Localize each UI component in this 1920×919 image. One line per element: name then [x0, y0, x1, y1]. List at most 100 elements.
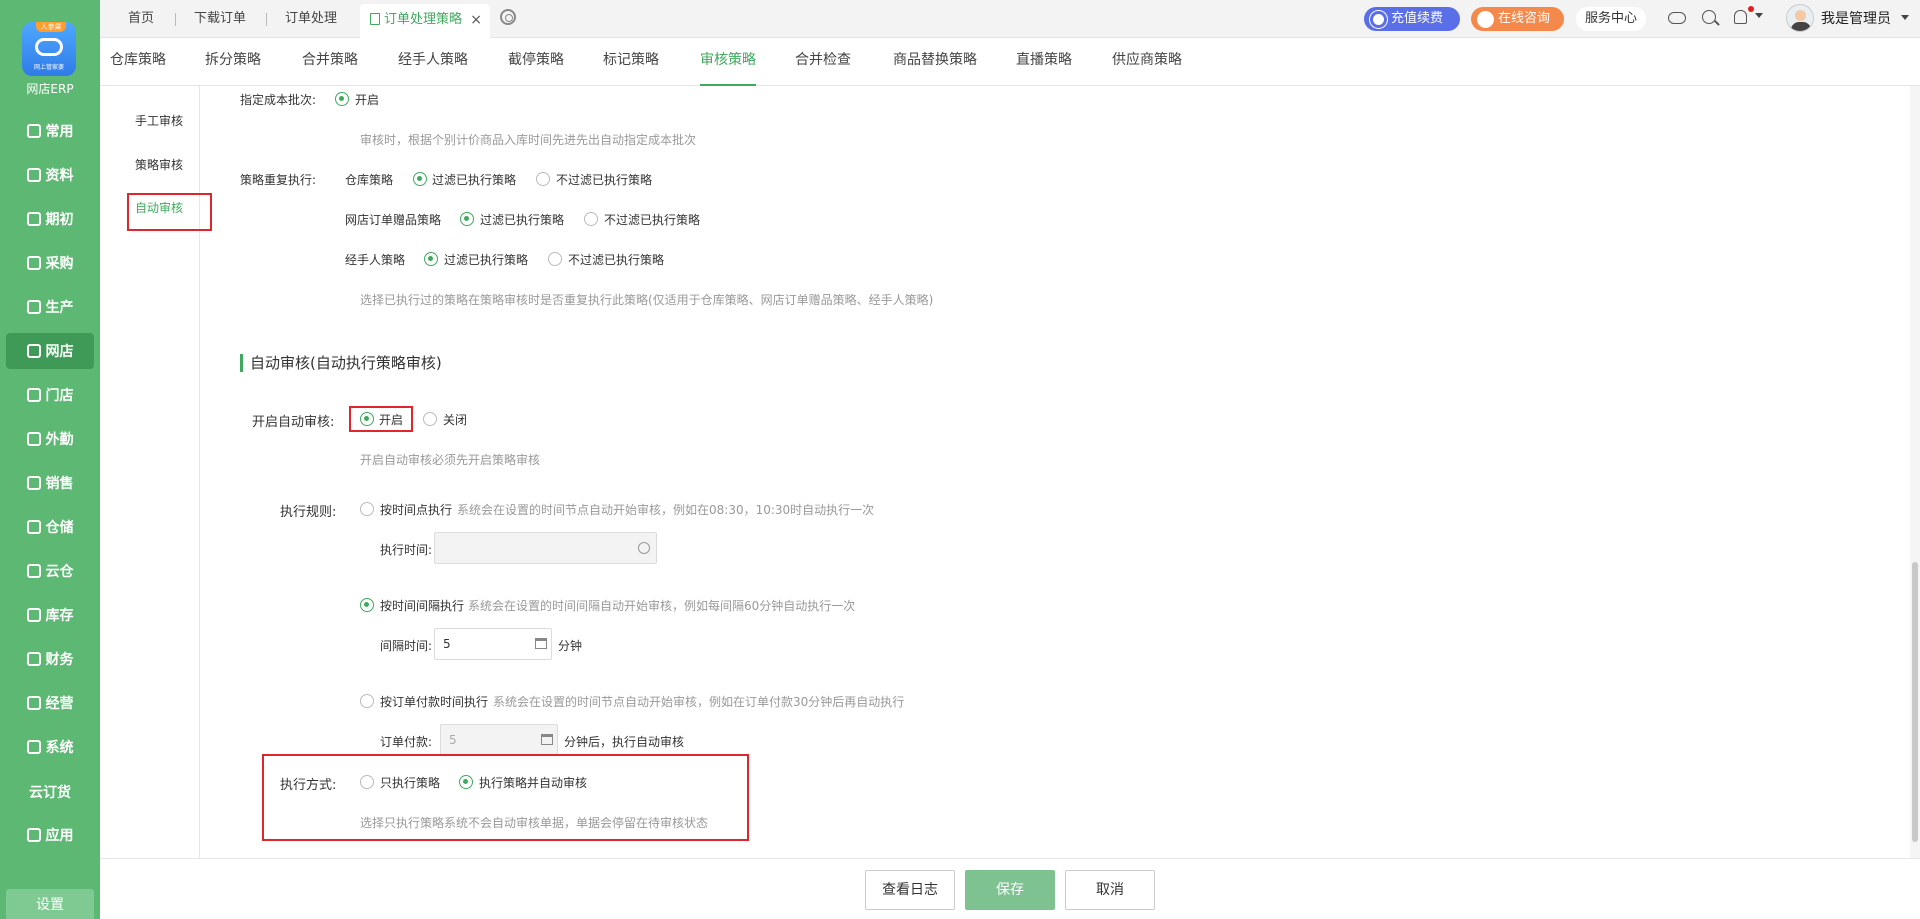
renew-button[interactable]: 充值续费: [1364, 7, 1460, 31]
auto-audit-off-label[interactable]: 关闭: [443, 411, 467, 428]
cloud-download-icon[interactable]: [1668, 12, 1686, 24]
exec-only-label[interactable]: 只执行策略: [380, 774, 440, 791]
nav-item-13[interactable]: 经营: [6, 685, 94, 721]
gift-nofilter-label[interactable]: 不过滤已执行策略: [604, 211, 700, 228]
top-tab-bar: 首页 下载订单 订单处理 订单处理策略 ×: [100, 0, 1920, 38]
nav-item-9[interactable]: 仓储: [6, 509, 94, 545]
user-name[interactable]: 我是管理员: [1821, 8, 1891, 28]
bell-icon[interactable]: [1734, 10, 1747, 24]
store-icon: [26, 344, 41, 358]
app-logo[interactable]: 人参果 网上管家婆: [22, 22, 76, 76]
gift-filter-label[interactable]: 过滤已执行策略: [480, 211, 564, 228]
auto-audit-on-label[interactable]: 开启: [379, 411, 403, 428]
nav-item-4[interactable]: 生产: [6, 289, 94, 325]
search-icon[interactable]: [1702, 10, 1716, 24]
service-center-button[interactable]: 服务中心: [1576, 7, 1646, 31]
by-time-title[interactable]: 按时间点执行: [380, 501, 452, 518]
nav-item-2[interactable]: 期初: [6, 201, 94, 237]
avatar[interactable]: [1786, 4, 1814, 32]
nav-item-14[interactable]: 系统: [6, 729, 94, 765]
nav-item-6[interactable]: 门店: [6, 377, 94, 413]
interval-unit: 分钟: [558, 639, 583, 653]
handler-nofilter-label[interactable]: 不过滤已执行策略: [568, 251, 664, 268]
nav-item-5[interactable]: 网店: [6, 333, 94, 369]
nav-item-0[interactable]: 常用: [6, 113, 94, 149]
tab-handler-strategy[interactable]: 经手人策略: [398, 50, 468, 86]
cost-batch-on-radio[interactable]: [335, 92, 349, 106]
footer-actions: 查看日志 保存 取消: [100, 858, 1920, 919]
calculator-icon[interactable]: [535, 638, 547, 649]
handler-filter-radio[interactable]: [424, 252, 438, 266]
settings-button[interactable]: 设置: [6, 889, 94, 919]
tab-live-strategy[interactable]: 直播策略: [1016, 50, 1072, 86]
view-log-button[interactable]: 查看日志: [865, 870, 955, 910]
warehouse-nofilter-label[interactable]: 不过滤已执行策略: [556, 171, 652, 188]
by-time-radio[interactable]: [360, 502, 374, 516]
tab-split-strategy[interactable]: 拆分策略: [205, 50, 261, 86]
gift-nofilter-radio[interactable]: [584, 212, 598, 226]
nav-item-label: 生产: [45, 300, 74, 316]
exec-only-radio[interactable]: [360, 775, 374, 789]
nav-item-15[interactable]: 云订货: [6, 774, 94, 810]
exec-and-audit-radio[interactable]: [459, 775, 473, 789]
auto-audit-hint: 开启自动审核必须先开启策略审核: [360, 453, 541, 467]
tab-intercept-strategy[interactable]: 截停策略: [508, 50, 564, 86]
warehouse-nofilter-radio[interactable]: [536, 172, 550, 186]
cost-batch-on-label[interactable]: 开启: [355, 91, 379, 108]
repeat-row-warehouse-label: 仓库策略: [345, 173, 394, 187]
main-content: 指定成本批次: 开启 审核时，根据个别计价商品入库时间先进先出自动指定成本批次 …: [200, 86, 1910, 858]
exec-and-audit-label[interactable]: 执行策略并自动审核: [479, 774, 587, 791]
side-item-strategy-audit[interactable]: 策略审核: [135, 156, 183, 173]
nav-item-7[interactable]: 外勤: [6, 421, 94, 457]
by-interval-radio[interactable]: [360, 598, 374, 612]
nav-item-1[interactable]: 资料: [6, 157, 94, 193]
by-payment-radio[interactable]: [360, 694, 374, 708]
handler-filter-label[interactable]: 过滤已执行策略: [444, 251, 528, 268]
close-tab-icon[interactable]: ×: [470, 4, 482, 36]
by-payment-title[interactable]: 按订单付款时间执行: [380, 693, 488, 710]
by-interval-title[interactable]: 按时间间隔执行: [380, 597, 464, 614]
nav-item-label: 外勤: [45, 432, 74, 448]
handler-nofilter-radio[interactable]: [548, 252, 562, 266]
gift-filter-radio[interactable]: [460, 212, 474, 226]
nav-item-8[interactable]: 销售: [6, 465, 94, 501]
nav-item-3[interactable]: 采购: [6, 245, 94, 281]
nav-item-11[interactable]: 库存: [6, 597, 94, 633]
diamond-icon: [1370, 10, 1387, 28]
side-item-manual-audit[interactable]: 手工审核: [135, 112, 183, 129]
repeat-row-handler-label: 经手人策略: [345, 253, 406, 267]
tab-order-processing[interactable]: 订单处理: [285, 6, 337, 38]
auto-audit-on-radio[interactable]: [360, 412, 374, 426]
nav-item-label: 财务: [45, 652, 74, 668]
warehouse-filter-label[interactable]: 过滤已执行策略: [432, 171, 516, 188]
gear-icon[interactable]: [500, 9, 516, 25]
chevron-down-icon[interactable]: [1901, 15, 1909, 20]
tab-warehouse-strategy[interactable]: 仓库策略: [110, 50, 166, 86]
tab-home[interactable]: 首页: [128, 6, 154, 38]
tab-order-strategy[interactable]: 订单处理策略 ×: [360, 4, 490, 38]
document-icon: [370, 13, 380, 25]
nav-item-16[interactable]: 应用: [6, 817, 94, 853]
exec-time-input[interactable]: [434, 532, 657, 564]
chevron-down-icon[interactable]: [1755, 13, 1763, 18]
tab-merge-check[interactable]: 合并检查: [795, 50, 851, 86]
nav-item-10[interactable]: 云仓: [6, 553, 94, 589]
cancel-button[interactable]: 取消: [1065, 870, 1155, 910]
save-button[interactable]: 保存: [965, 870, 1055, 910]
tab-merge-strategy[interactable]: 合并策略: [302, 50, 358, 86]
nav-item-label: 云订货: [29, 785, 71, 801]
repeat-exec-label: 策略重复执行:: [240, 173, 317, 187]
nav-item-12[interactable]: 财务: [6, 641, 94, 677]
exec-mode-hint: 选择只执行策略系统不会自动审核单据，单据会停留在待审核状态: [360, 816, 709, 830]
tab-supplier-strategy[interactable]: 供应商策略: [1112, 50, 1182, 86]
tab-audit-strategy[interactable]: 审核策略: [700, 50, 756, 86]
tab-mark-strategy[interactable]: 标记策略: [603, 50, 659, 86]
scrollbar-thumb[interactable]: [1912, 562, 1918, 842]
tab-product-replace-strategy[interactable]: 商品替换策略: [893, 50, 977, 86]
target-icon: [26, 212, 41, 226]
warehouse-filter-radio[interactable]: [413, 172, 427, 186]
auto-audit-off-radio[interactable]: [423, 412, 437, 426]
tab-download-orders[interactable]: 下载订单: [194, 6, 246, 38]
clock-icon: [638, 542, 650, 554]
consult-button[interactable]: 在线咨询: [1471, 7, 1564, 31]
